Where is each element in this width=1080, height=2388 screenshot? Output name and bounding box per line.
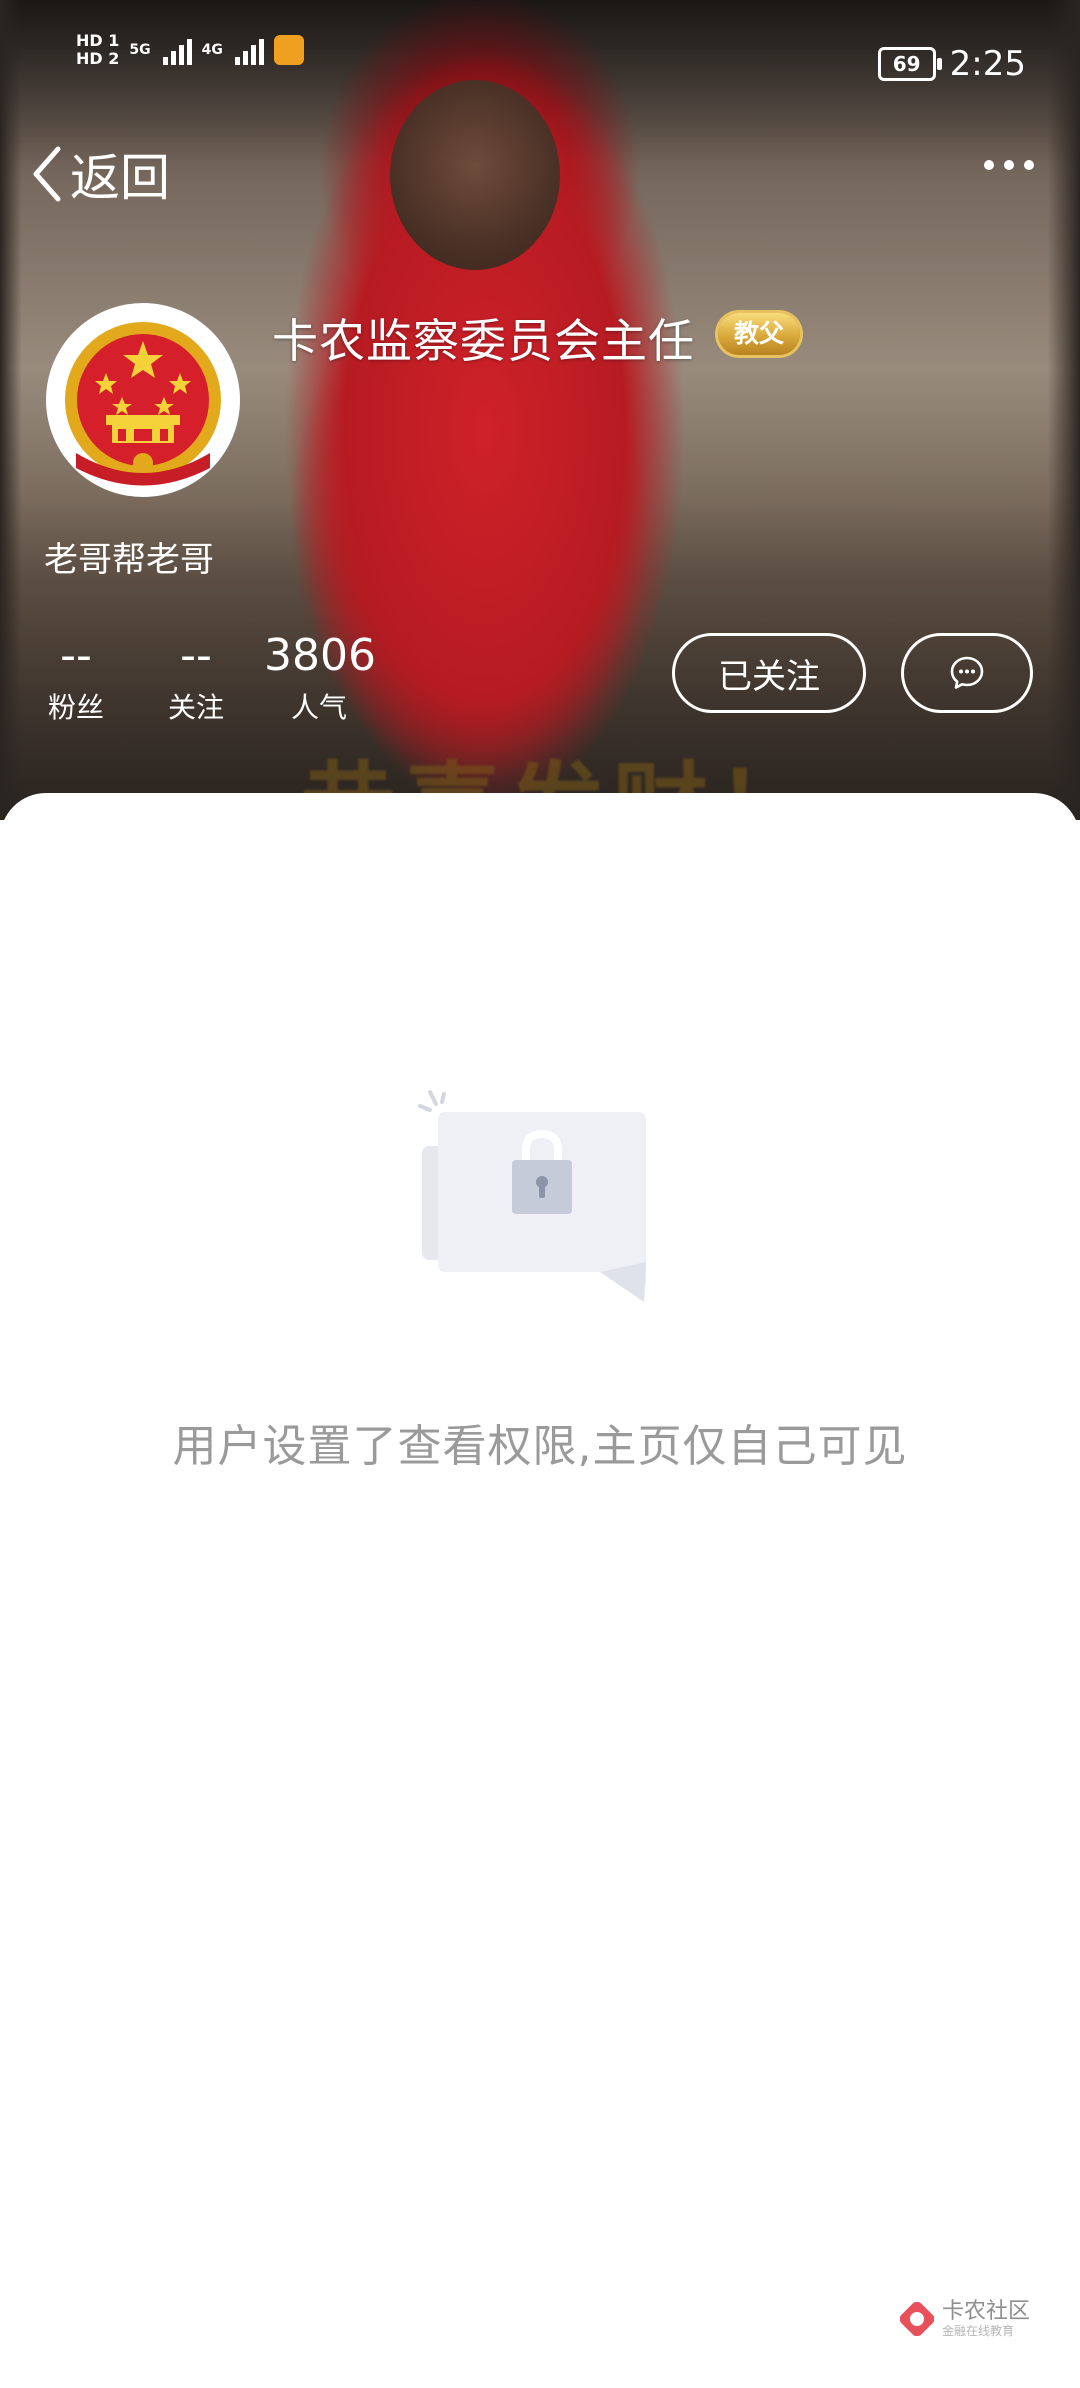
sim1-label: HD 1	[76, 31, 120, 50]
stat-popularity: 3806 人气	[264, 630, 376, 726]
chat-bubble-icon	[950, 656, 984, 689]
watermark-subtitle: 金融在线教育	[942, 2324, 1015, 2338]
rank-badge: 教父	[718, 313, 801, 355]
national-emblem-icon	[65, 322, 221, 486]
network2-label: 4G	[201, 42, 223, 58]
stat-label: 关注	[167, 691, 224, 724]
sim-indicators: HD 1 HD 2	[76, 32, 119, 68]
network1-label: 5G	[129, 42, 151, 58]
avatar[interactable]	[46, 303, 240, 497]
stat-value: --	[180, 630, 212, 681]
stat-following[interactable]: -- 关注	[160, 630, 232, 726]
username: 卡农监察委员会主任	[272, 314, 695, 368]
battery-icon: 69	[877, 47, 942, 81]
profile-stats: -- 粉丝 -- 关注 3806 人气	[40, 630, 376, 726]
follow-button[interactable]: 已关注	[672, 633, 866, 713]
stat-value: 3806	[264, 630, 376, 681]
stat-value: --	[60, 630, 92, 681]
chevron-left-icon	[33, 146, 61, 202]
signal-icon	[162, 35, 192, 65]
lock-icon	[418, 1090, 646, 1302]
status-bar: HD 1 HD 2 5G 4G 69 2:25	[0, 0, 1080, 120]
empty-state-message: 用户设置了查看权限,主页仅自己可见	[172, 1421, 908, 1472]
user-subtitle: 老哥帮老哥	[44, 540, 214, 580]
community-watermark: 卡农社区 金融在线教育	[900, 2300, 1030, 2338]
status-time: 2:25	[949, 44, 1026, 84]
notification-app-icon	[273, 35, 304, 65]
back-button[interactable]: 返回	[30, 138, 170, 210]
stat-label: 粉丝	[47, 691, 104, 724]
profile-content	[0, 793, 1080, 2388]
chat-button[interactable]	[901, 633, 1033, 713]
back-label: 返回	[70, 149, 170, 207]
stat-label: 人气	[290, 691, 347, 724]
sim2-label: HD 2	[76, 49, 120, 68]
more-horizontal-icon[interactable]	[984, 160, 1034, 170]
app-logo-icon	[900, 2302, 934, 2336]
stat-fans[interactable]: -- 粉丝	[40, 630, 112, 726]
signal-icon-2	[234, 35, 264, 65]
watermark-title: 卡农社区	[942, 2299, 1031, 2324]
